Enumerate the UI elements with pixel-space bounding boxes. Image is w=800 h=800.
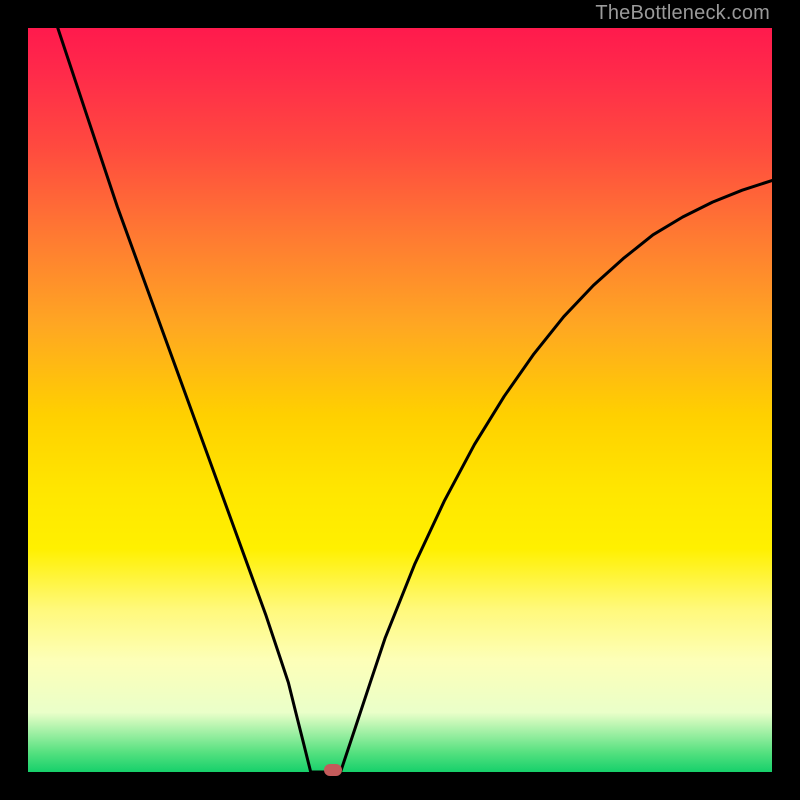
watermark-text: TheBottleneck.com [595, 2, 770, 25]
bottleneck-curve [28, 28, 772, 772]
optimal-point-marker [324, 764, 342, 776]
plot-area [28, 28, 772, 772]
chart-frame: TheBottleneck.com [0, 0, 800, 800]
